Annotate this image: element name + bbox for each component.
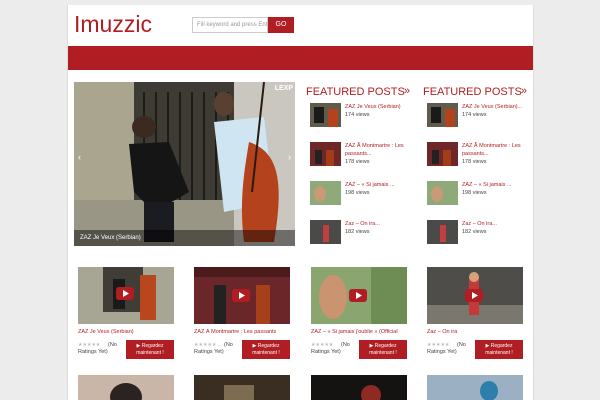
featured-item[interactable]: ZAZ Ã Montmartre : Les passants... 178 vi… (306, 139, 410, 178)
featured-item-title[interactable]: Zaz – On ira... (462, 220, 526, 228)
featured-item-views: 174 views (345, 112, 370, 118)
watch-now-button[interactable]: ▶ Regardez maintenant ! (359, 340, 407, 359)
hero-watermark: LEXP (274, 85, 293, 92)
slider-next-arrow[interactable]: › (288, 152, 291, 162)
rating-text: (No (341, 342, 350, 348)
rating-text: (No (224, 342, 233, 348)
rating-text: (No (108, 342, 117, 348)
video-thumbnail[interactable] (194, 267, 290, 324)
featured-header: FEATURED POSTS » (306, 82, 410, 100)
featured-title: FEATURED POSTS (423, 86, 522, 98)
video-thumbnail[interactable] (194, 375, 290, 400)
rating-text-line2: Ratings Yet) (194, 349, 224, 355)
featured-thumbnail[interactable] (427, 181, 458, 205)
video-thumbnail[interactable] (427, 267, 523, 324)
hero-image (74, 82, 295, 246)
rating-text-line2: Ratings Yet) (78, 349, 108, 355)
featured-item-views: 178 views (462, 159, 487, 165)
watch-now-button[interactable]: ▶ Regardez maintenant ! (242, 340, 290, 359)
slider-prev-arrow[interactable]: ‹ (78, 152, 81, 162)
video-thumbnail[interactable] (78, 375, 174, 400)
featured-item-views: 198 views (462, 190, 487, 196)
featured-item-title[interactable]: ZAZ – « Si jamais ... (345, 181, 409, 189)
featured-item[interactable]: ZAZ Je Veux (Serbian) 174 views (306, 100, 410, 139)
featured-title: FEATURED POSTS (306, 86, 405, 98)
featured-item[interactable]: ZAZ Je Veux (Serbian)... 174 views (423, 100, 527, 139)
watch-now-button[interactable]: ▶ Regardez maintenant ! (475, 340, 523, 359)
featured-thumbnail[interactable] (310, 142, 341, 166)
featured-item-title[interactable]: ZAZ Je Veux (Serbian) (345, 103, 409, 111)
featured-posts-1: FEATURED POSTS » ZAZ Je Veux (Serbian) 17… (306, 82, 410, 256)
featured-item-views: 182 views (345, 229, 370, 235)
featured-item[interactable]: Zaz – On ira... 182 views (306, 217, 410, 256)
rating-text-line2: Ratings Yet) (427, 349, 457, 355)
video-title[interactable]: ZAZ Je Veux (Serbian) (78, 329, 174, 335)
site-logo[interactable]: Imuzzic (74, 11, 152, 38)
featured-item[interactable]: Zaz – On ira... 182 views (423, 217, 527, 256)
rating-text: (No (457, 342, 466, 348)
video-title[interactable]: Zaz – On ira (427, 329, 523, 335)
page-container: Imuzzic Fill keyword and press Enter GO (67, 5, 534, 400)
watch-now-button[interactable]: ▶ Regardez maintenant ! (126, 340, 174, 359)
featured-item-views: 182 views (462, 229, 487, 235)
featured-item-title[interactable]: ZAZ Je Veux (Serbian)... (462, 103, 526, 111)
featured-item[interactable]: ZAZ Ã Montmartre : Les passants... 178 vi… (423, 139, 527, 178)
featured-thumbnail[interactable] (310, 103, 341, 127)
featured-item-title[interactable]: ZAZ Ã Montmartre : Les passants... (462, 142, 526, 158)
featured-item-title[interactable]: ZAZ Ã Montmartre : Les passants... (345, 142, 409, 158)
featured-item-title[interactable]: ZAZ – « Si jamais ... (462, 181, 526, 189)
video-thumbnail[interactable] (427, 375, 523, 400)
featured-thumbnail[interactable] (427, 103, 458, 127)
featured-item-views: 198 views (345, 190, 370, 196)
rating-text-line2: Ratings Yet) (311, 349, 341, 355)
featured-thumbnail[interactable] (427, 220, 458, 244)
search-input[interactable]: Fill keyword and press Enter (192, 17, 268, 33)
video-thumbnail[interactable] (78, 267, 174, 324)
double-chevron-right-icon[interactable]: » (404, 82, 410, 100)
hero-slider[interactable]: LEXP ‹ › ZAZ Je Veux (Serbian) (74, 82, 295, 246)
featured-item-title[interactable]: Zaz – On ira... (345, 220, 409, 228)
video-card[interactable]: ZAZ Ã Montmartre : Les passants ★★★★★ (N… (194, 267, 290, 362)
featured-item[interactable]: ZAZ – « Si jamais ... 198 views (423, 178, 527, 217)
featured-item-views: 178 views (345, 159, 370, 165)
featured-thumbnail[interactable] (427, 142, 458, 166)
video-thumbnail[interactable] (311, 375, 407, 400)
video-card[interactable]: ZAZ Je Veux (Serbian) ★★★★★ (No Ratings … (78, 267, 174, 362)
video-card[interactable]: Zaz – On ira ★★★★★ (No Ratings Yet) ▶ Re… (427, 267, 523, 362)
featured-posts-2: FEATURED POSTS » ZAZ Je Veux (Serbian)..… (423, 82, 527, 256)
video-thumbnail[interactable] (311, 267, 407, 324)
hero-caption[interactable]: ZAZ Je Veux (Serbian) (74, 230, 295, 246)
featured-thumbnail[interactable] (310, 220, 341, 244)
search-button[interactable]: GO (268, 17, 294, 33)
featured-item-views: 174 views (462, 112, 487, 118)
nav-bar (68, 46, 533, 70)
double-chevron-right-icon[interactable]: » (521, 82, 527, 100)
featured-item[interactable]: ZAZ – « Si jamais ... 198 views (306, 178, 410, 217)
featured-header: FEATURED POSTS » (423, 82, 527, 100)
video-title[interactable]: ZAZ – « Si jamais j'oublie » (Official (311, 329, 407, 335)
video-card[interactable]: ZAZ – « Si jamais j'oublie » (Official ★… (311, 267, 407, 362)
featured-thumbnail[interactable] (310, 181, 341, 205)
video-title[interactable]: ZAZ Ã Montmartre : Les passants (194, 329, 290, 335)
